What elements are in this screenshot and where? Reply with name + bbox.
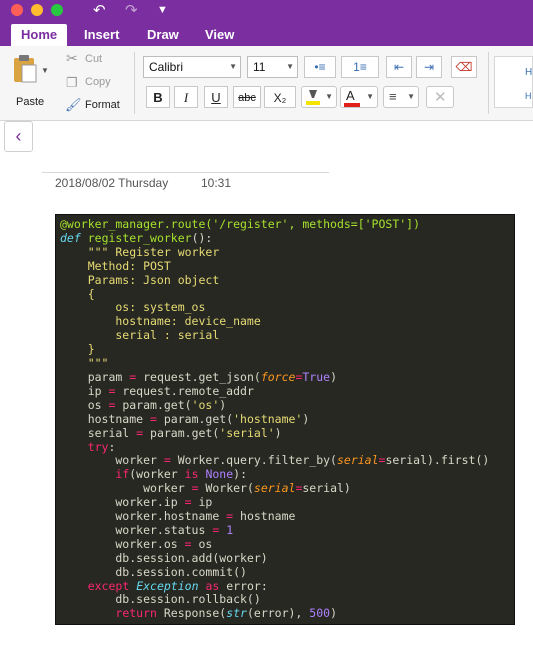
eraser-icon: ⌫ bbox=[455, 60, 473, 74]
ribbon-tabs: Home Insert Draw View bbox=[0, 24, 533, 46]
ribbon: ▼ Paste ✂ Cut ❐ Copy 🖌 Format Calibri ▼ … bbox=[0, 46, 533, 121]
scissors-icon: ✂ bbox=[66, 50, 78, 66]
code-line: Method: POST bbox=[60, 258, 171, 273]
highlighter-icon bbox=[306, 90, 320, 105]
title-underline bbox=[42, 172, 329, 173]
align-button[interactable]: ≡ ▼ bbox=[383, 86, 419, 108]
code-line: db.session.commit() bbox=[60, 564, 247, 579]
code-line: worker.hostname = hostname bbox=[60, 509, 296, 524]
redo-icon[interactable]: ↷ bbox=[125, 1, 138, 19]
tab-view[interactable]: View bbox=[195, 24, 244, 46]
code-line: } bbox=[60, 342, 95, 357]
code-line: serial : serial bbox=[60, 328, 220, 343]
font-color-icon: A bbox=[346, 88, 355, 103]
clear-formatting-button[interactable]: ⌫ bbox=[451, 56, 477, 78]
code-line: if(worker is None): bbox=[115, 467, 247, 482]
styles-gallery[interactable]: H H bbox=[494, 56, 533, 108]
decrease-indent-button[interactable]: ⇤ bbox=[386, 56, 412, 78]
bold-button[interactable]: B bbox=[146, 86, 170, 108]
code-line: { bbox=[60, 286, 95, 301]
strikethrough-button[interactable]: abc bbox=[233, 86, 261, 108]
font-color-swatch bbox=[344, 103, 360, 107]
paste-label: Paste bbox=[16, 96, 45, 108]
x-icon: ✕ bbox=[434, 89, 447, 106]
undo-icon[interactable]: ↶ bbox=[93, 1, 106, 19]
code-line: param = request.get_json(force=True) bbox=[60, 369, 338, 384]
copy-button[interactable]: Copy bbox=[85, 76, 111, 88]
code-line: worker = Worker.query.filter_by(serial=s… bbox=[60, 453, 490, 468]
code-line: except Exception as error: bbox=[87, 578, 268, 593]
code-line: @worker_manager.route('/register', metho… bbox=[60, 217, 421, 231]
chevron-down-icon: ▼ bbox=[286, 62, 294, 71]
minimize-window-button[interactable] bbox=[31, 4, 43, 16]
chevron-down-icon: ▼ bbox=[407, 92, 415, 101]
code-line: os: system_os bbox=[60, 300, 206, 315]
font-name-select[interactable]: Calibri ▼ bbox=[143, 56, 241, 78]
code-line: """ Register worker bbox=[60, 244, 220, 259]
chevron-down-icon: ▼ bbox=[229, 62, 237, 71]
code-line: os = param.get('os') bbox=[60, 397, 227, 412]
paste-dropdown-icon[interactable]: ▼ bbox=[41, 66, 49, 75]
code-line: worker.ip = ip bbox=[60, 495, 213, 510]
code-line: return Response(str(error), 500) bbox=[115, 606, 337, 621]
copy-icon: ❐ bbox=[66, 75, 78, 90]
align-left-icon: ≡ bbox=[389, 89, 397, 104]
code-block[interactable]: @worker_manager.route('/register', metho… bbox=[55, 214, 515, 625]
tab-insert[interactable]: Insert bbox=[74, 24, 129, 46]
code-line: def register_worker(): bbox=[60, 230, 213, 245]
font-color-button[interactable]: A ▼ bbox=[340, 86, 378, 108]
heading-style-glyph: H bbox=[525, 91, 532, 101]
bullet-list-button[interactable]: •≡ bbox=[304, 56, 336, 78]
code-line: db.session.rollback() bbox=[60, 592, 261, 607]
title-bar: ↶ ↷ ▼ Home Insert Draw View bbox=[0, 0, 533, 46]
increase-indent-button[interactable]: ⇥ bbox=[416, 56, 442, 78]
bullet-list-icon: •≡ bbox=[314, 60, 326, 74]
tab-home[interactable]: Home bbox=[11, 24, 68, 46]
code-content: @worker_manager.route('/register', metho… bbox=[56, 215, 514, 621]
note-date: 2018/08/02 Thursday bbox=[55, 176, 169, 190]
code-line: serial = param.get('serial') bbox=[60, 425, 282, 440]
format-painter-button[interactable]: Format bbox=[85, 99, 120, 111]
outdent-icon: ⇤ bbox=[393, 60, 405, 74]
delete-button[interactable]: ✕ bbox=[426, 86, 454, 108]
font-size-select[interactable]: 11 ▼ bbox=[247, 56, 298, 78]
code-line: Params: Json object bbox=[60, 272, 220, 287]
subscript-button[interactable]: X₂ bbox=[264, 86, 296, 108]
close-window-button[interactable] bbox=[11, 4, 23, 16]
paste-button[interactable]: ▼ Paste bbox=[8, 52, 52, 108]
cut-button[interactable]: Cut bbox=[85, 53, 102, 65]
indent-icon: ⇥ bbox=[423, 60, 435, 74]
code-line: try: bbox=[87, 439, 116, 454]
code-line: ip = request.remote_addr bbox=[60, 383, 254, 398]
chevron-down-icon: ▼ bbox=[366, 92, 374, 101]
numbered-list-button[interactable]: 1≡ bbox=[341, 56, 379, 78]
font-size-value: 11 bbox=[253, 60, 266, 74]
divider bbox=[134, 52, 135, 114]
highlight-button[interactable]: ▼ bbox=[301, 86, 337, 108]
code-line: hostname: device_name bbox=[60, 314, 261, 329]
divider bbox=[488, 52, 489, 114]
numbered-list-icon: 1≡ bbox=[353, 60, 367, 74]
tab-draw[interactable]: Draw bbox=[137, 24, 189, 46]
code-line: """ bbox=[60, 356, 109, 371]
code-line: worker = Worker(serial=serial) bbox=[60, 481, 351, 496]
chevron-down-icon: ▼ bbox=[325, 92, 333, 101]
chevron-left-icon: ‹ bbox=[15, 126, 22, 146]
font-name-value: Calibri bbox=[149, 60, 184, 74]
clipboard-icon bbox=[14, 55, 37, 83]
code-line: worker.status = 1 bbox=[60, 522, 234, 537]
italic-button[interactable]: I bbox=[174, 86, 198, 108]
code-line: hostname = param.get('hostname') bbox=[60, 411, 310, 426]
maximize-window-button[interactable] bbox=[51, 4, 63, 16]
heading-style-glyph: H bbox=[525, 67, 533, 78]
code-line: db.session.add(worker) bbox=[60, 550, 268, 565]
back-button[interactable]: ‹ bbox=[4, 121, 33, 152]
customize-icon[interactable]: ▼ bbox=[157, 4, 168, 16]
note-time: 10:31 bbox=[201, 176, 232, 190]
code-line: worker.os = os bbox=[60, 536, 213, 551]
format-painter-icon: 🖌 bbox=[65, 97, 82, 112]
underline-button[interactable]: U bbox=[204, 86, 228, 108]
